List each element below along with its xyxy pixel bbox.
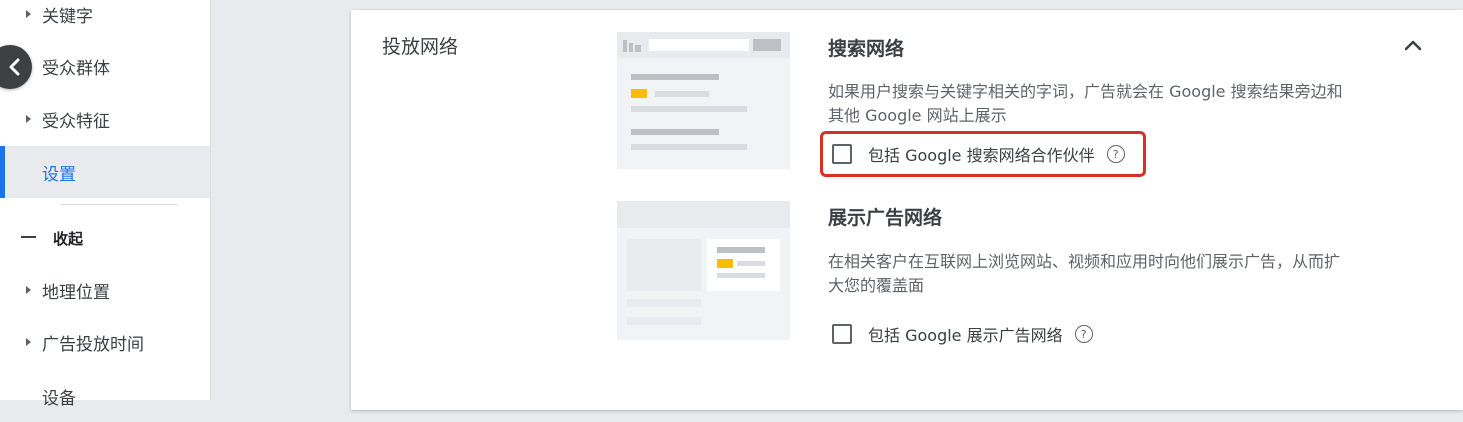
networks-card: 投放网络 搜索网络 如果用户搜索与关键字相关的字词，广告就会在 Google 搜… <box>351 10 1463 410</box>
sidebar-item-label: 广告投放时间 <box>42 334 144 355</box>
sidebar-item-settings[interactable]: 设置 <box>0 146 210 198</box>
sidebar-item-keywords[interactable]: 关键字 <box>0 0 210 40</box>
expand-arrow-icon <box>26 10 31 18</box>
search-network-illustration <box>617 32 790 169</box>
minus-icon <box>21 236 36 238</box>
sidebar-item-demographics[interactable]: 受众特征 <box>0 93 210 145</box>
help-icon[interactable]: ? <box>1074 325 1093 343</box>
sidebar-item-label: 地理位置 <box>42 282 110 303</box>
collapse-toggle[interactable]: 收起 <box>0 212 210 264</box>
display-network-description: 在相关客户在互联网上浏览网站、视频和应用时向他们展示广告，从而扩大您的覆盖面 <box>828 252 1341 295</box>
section-title: 投放网络 <box>382 36 459 58</box>
expand-arrow-icon <box>26 286 31 294</box>
search-network-description: 如果用户搜索与关键字相关的字词，广告就会在 Google 搜索结果旁边和其他 G… <box>828 82 1343 125</box>
divider <box>60 204 178 205</box>
sidebar-item-label: 设备 <box>42 388 76 409</box>
sidebar-item-label: 受众群体 <box>42 58 110 79</box>
sidebar-item-label: 受众特征 <box>42 111 110 132</box>
sidebar-item-devices[interactable]: 设备 <box>0 370 210 422</box>
display-network-checkbox[interactable] <box>832 324 852 344</box>
collapse-label: 收起 <box>53 229 84 248</box>
highlight-box <box>820 131 1146 177</box>
display-network-illustration <box>617 201 790 340</box>
expand-arrow-icon <box>26 115 31 123</box>
sidebar-item-locations[interactable]: 地理位置 <box>0 264 210 316</box>
sidebar: 关键字 受众群体 受众特征 设置 收起 地理位置 广告投放时间 设备 <box>0 0 211 409</box>
chevron-left-icon <box>9 58 20 76</box>
search-network-title: 搜索网络 <box>828 38 905 60</box>
checkbox-label: 包括 Google 展示广告网络 <box>868 326 1063 345</box>
sidebar-item-label: 设置 <box>42 164 76 185</box>
active-indicator <box>0 146 5 198</box>
expand-arrow-icon <box>26 338 31 346</box>
sidebar-item-ad-schedule[interactable]: 广告投放时间 <box>0 316 210 368</box>
chevron-up-icon[interactable] <box>1402 38 1424 52</box>
sidebar-item-label: 关键字 <box>42 6 93 27</box>
display-network-title: 展示广告网络 <box>828 207 943 229</box>
display-network-option[interactable]: 包括 Google 展示广告网络 ? <box>832 322 1093 346</box>
